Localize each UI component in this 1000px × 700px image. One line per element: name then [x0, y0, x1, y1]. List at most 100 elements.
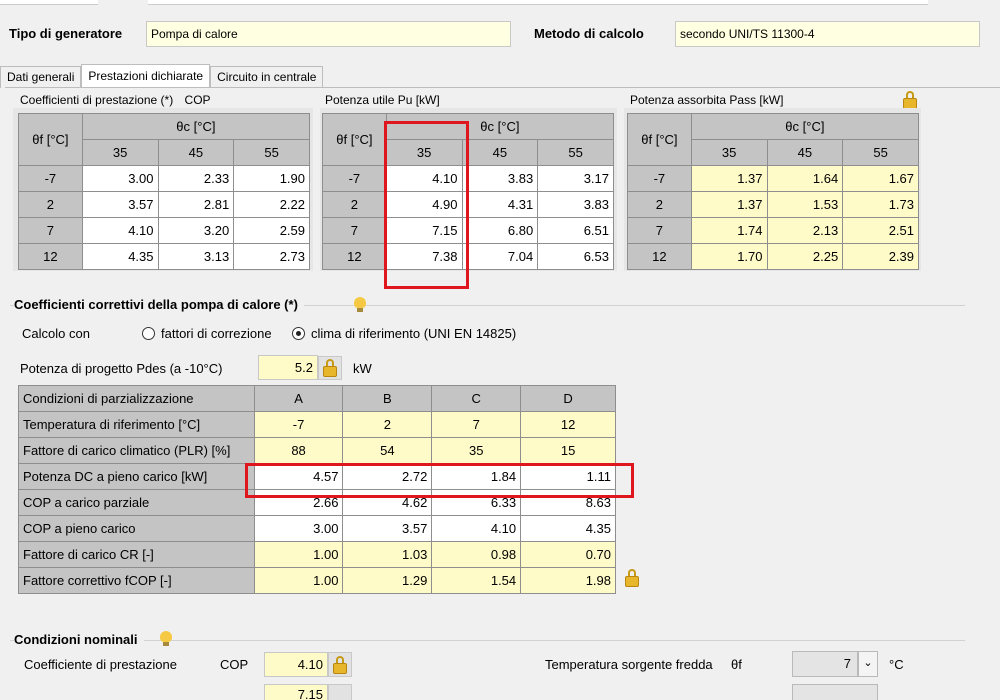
partial-cell[interactable]: 4.35 — [520, 515, 616, 542]
partial-cell: 0.70 — [520, 541, 616, 568]
partial-cell: 54 — [342, 437, 433, 464]
pass-table-title: Potenza assorbita Pass [kW] — [630, 93, 784, 107]
lock-icon[interactable] — [903, 91, 917, 109]
tsource-symbol: θf — [731, 657, 742, 672]
cop-table-title-text: Coefficienti di prestazione (*) — [20, 93, 174, 107]
highlight-box-potenza-dc — [245, 463, 634, 498]
nominal-cop-field[interactable]: 4.10 — [264, 652, 328, 677]
cop-col-45: 45 — [157, 139, 235, 166]
partial-cell: 1.29 — [342, 567, 433, 594]
pu-cell[interactable]: 3.83 — [461, 165, 539, 192]
cop-cell[interactable]: 3.13 — [157, 243, 235, 270]
partial-select[interactable] — [792, 684, 878, 700]
pass-cell: 1.37 — [690, 191, 768, 218]
cop-col-55: 55 — [233, 139, 310, 166]
table-row: Temperatura di riferimento [°C] -7 2 7 1… — [18, 411, 616, 438]
pu-row-header: θf [°C] — [322, 113, 387, 166]
row-label: Fattore di carico CR [-] — [18, 541, 255, 568]
cop-row-label: -7 — [18, 165, 83, 192]
pu-cell[interactable]: 7.04 — [461, 243, 539, 270]
cop-cell[interactable]: 4.10 — [81, 217, 159, 244]
partial-cell[interactable]: 3.00 — [253, 515, 344, 542]
cop-row-header: θf [°C] — [18, 113, 83, 166]
calc-method-field[interactable]: secondo UNI/TS 11300-4 — [675, 21, 980, 47]
calc-with-label: Calcolo con — [22, 326, 90, 341]
lock-icon — [323, 359, 337, 377]
cop-cell[interactable]: 3.57 — [81, 191, 159, 218]
tab-dati-generali[interactable]: Dati generali — [0, 66, 82, 88]
tab-prestazioni-dichiarate[interactable]: Prestazioni dichiarate — [81, 64, 211, 88]
pu-cell[interactable]: 6.80 — [461, 217, 539, 244]
cop-col-35: 35 — [81, 139, 159, 166]
table-row: 7 4.10 3.20 2.59 — [18, 217, 310, 244]
pu-cell[interactable]: 6.51 — [537, 217, 614, 244]
nominal-power-lock-button[interactable] — [328, 684, 352, 700]
pass-row-label: 12 — [627, 243, 692, 270]
nominal-power-field[interactable]: 7.15 — [264, 684, 328, 700]
row-label: Temperatura di riferimento [°C] — [18, 411, 255, 438]
lightbulb-icon[interactable] — [354, 297, 366, 313]
pu-cell[interactable]: 3.17 — [537, 165, 614, 192]
top-strip — [0, 0, 1000, 8]
table-row: Fattore di carico climatico (PLR) [%] 88… — [18, 437, 616, 464]
table-row: 2 3.57 2.81 2.22 — [18, 191, 310, 218]
table-row: Fattore correttivo fCOP [-] 1.00 1.29 1.… — [18, 567, 616, 594]
pass-cell: 2.39 — [842, 243, 919, 270]
tab-bar: Dati generali Prestazioni dichiarate Cir… — [0, 64, 324, 88]
partial-cell: 2 — [342, 411, 433, 438]
cop-cell[interactable]: 2.22 — [233, 191, 310, 218]
cop-cell[interactable]: 4.35 — [81, 243, 159, 270]
cop-cell[interactable]: 3.20 — [157, 217, 235, 244]
cop-col-header: θc [°C] — [81, 113, 311, 140]
table-row: Fattore di carico CR [-] 1.00 1.03 0.98 … — [18, 541, 616, 568]
nominal-cop-lock-button[interactable] — [328, 652, 352, 677]
generator-type-field[interactable]: Pompa di calore — [146, 21, 511, 47]
pu-row-label: 7 — [322, 217, 387, 244]
pu-cell[interactable]: 6.53 — [537, 243, 614, 270]
pu-cell[interactable]: 3.83 — [537, 191, 614, 218]
tab-circuito-in-centrale[interactable]: Circuito in centrale — [210, 66, 324, 88]
row-label: Fattore correttivo fCOP [-] — [18, 567, 255, 594]
table-row: 12 4.35 3.13 2.73 — [18, 243, 310, 270]
partial-cell: 1.03 — [342, 541, 433, 568]
highlight-box-pu-35 — [384, 121, 469, 289]
cop-cell[interactable]: 1.90 — [233, 165, 310, 192]
cop-cell[interactable]: 2.81 — [157, 191, 235, 218]
partial-cell: 1.54 — [431, 567, 522, 594]
col-a: A — [253, 385, 344, 412]
pu-cell[interactable]: 4.31 — [461, 191, 539, 218]
cop-cell[interactable]: 3.00 — [81, 165, 159, 192]
pu-col-55: 55 — [537, 139, 614, 166]
pdes-field[interactable]: 5.2 — [258, 355, 318, 380]
pdes-lock-button[interactable] — [318, 356, 342, 380]
pass-cell: 1.73 — [842, 191, 919, 218]
chevron-down-icon[interactable]: ⌄ — [858, 651, 878, 677]
pass-col-35: 35 — [690, 139, 768, 166]
col-d: D — [520, 385, 616, 412]
cop-cell[interactable]: 2.59 — [233, 217, 310, 244]
calc-method-label: Metodo di calcolo — [534, 26, 644, 41]
generator-type-label: Tipo di generatore — [9, 26, 123, 41]
partial-cell: 12 — [520, 411, 616, 438]
radio-reference-climate-label[interactable]: clima di riferimento (UNI EN 14825) — [311, 326, 516, 341]
pdes-label: Potenza di progetto Pdes (a -10°C) — [20, 361, 223, 376]
partial-cell[interactable]: 4.10 — [431, 515, 522, 542]
partial-cell: 1.00 — [253, 567, 344, 594]
cop-cell[interactable]: 2.73 — [233, 243, 310, 270]
radio-correction-factors-label[interactable]: fattori di correzione — [161, 326, 272, 341]
radio-reference-climate[interactable] — [292, 327, 305, 340]
lightbulb-icon[interactable] — [160, 631, 172, 647]
tsource-select[interactable]: 7 — [792, 651, 858, 677]
pass-cell: 1.53 — [766, 191, 844, 218]
partial-load-header: Condizioni di parzializzazione — [18, 385, 255, 412]
nominal-section-title: Condizioni nominali — [14, 632, 144, 647]
cop-row-label: 2 — [18, 191, 83, 218]
pass-cell: 2.51 — [842, 217, 919, 244]
pass-cell: 1.64 — [766, 165, 844, 192]
pass-row-label: 7 — [627, 217, 692, 244]
lock-icon[interactable] — [625, 569, 639, 587]
cop-cell[interactable]: 2.33 — [157, 165, 235, 192]
radio-correction-factors[interactable] — [142, 327, 155, 340]
table-row: 7 1.74 2.13 2.51 — [627, 217, 919, 244]
partial-cell[interactable]: 3.57 — [342, 515, 433, 542]
